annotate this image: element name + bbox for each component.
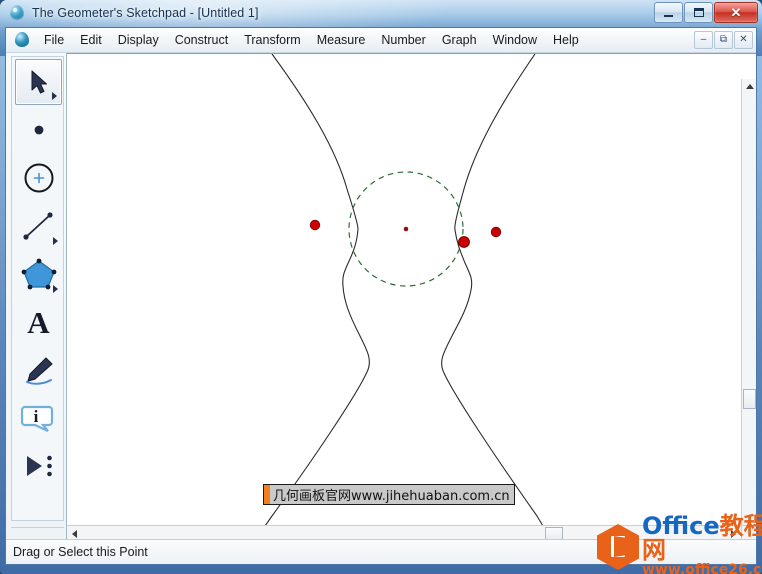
tool-marker-pen[interactable] <box>15 347 62 393</box>
tool-polygon[interactable] <box>15 251 62 297</box>
office-logo-text: Office教程网 www.office26.com <box>642 513 762 574</box>
sketch-canvas-wrapper: 几何画板官网www.jihehuaban.com.cn <box>67 53 756 551</box>
menu-item-edit[interactable]: Edit <box>72 30 110 51</box>
pen-icon <box>25 357 53 385</box>
hyperbola-right-branch <box>441 54 544 526</box>
mdi-restore-icon: ⧉ <box>719 34 728 45</box>
maximize-icon <box>693 8 704 17</box>
tool-custom[interactable] <box>15 443 62 489</box>
minimize-icon <box>664 14 673 17</box>
menu-item-measure[interactable]: Measure <box>309 30 374 51</box>
left-focus-point[interactable] <box>309 219 321 231</box>
water-drop-icon <box>9 5 25 21</box>
info-balloon-icon: i <box>20 405 53 432</box>
toolbox-inner: A i <box>11 56 64 521</box>
mdi-minimize-button[interactable]: – <box>694 31 713 49</box>
tool-compass-circle[interactable] <box>15 155 62 201</box>
hyperbola-left-branch <box>264 54 370 526</box>
menu-bar: File Edit Display Construct Transform Me… <box>6 28 756 53</box>
selected-point-on-curve[interactable] <box>458 236 470 248</box>
window-controls: ✕ <box>653 2 758 23</box>
toolbox-panel: A i <box>6 53 67 540</box>
menu-item-number[interactable]: Number <box>373 30 433 51</box>
minimize-button[interactable] <box>654 2 683 23</box>
close-button[interactable]: ✕ <box>714 2 758 23</box>
flyout-arrow-icon[interactable] <box>52 92 57 100</box>
office-logo-name: Office教程网 <box>642 513 762 563</box>
sketch-canvas[interactable]: 几何画板官网www.jihehuaban.com.cn <box>67 54 741 526</box>
title-bar: The Geometer's Sketchpad - [Untitled 1] … <box>0 0 762 26</box>
toolbox-divider <box>11 527 64 528</box>
vertical-scrollbar[interactable] <box>741 79 756 551</box>
vertical-scroll-thumb[interactable] <box>743 389 756 409</box>
tool-point[interactable] <box>15 107 62 153</box>
circle-icon <box>24 163 53 193</box>
close-icon: ✕ <box>730 5 742 20</box>
tool-text[interactable]: A <box>15 299 62 345</box>
mdi-window-controls: – ⧉ ✕ <box>693 31 753 49</box>
menu-item-file[interactable]: File <box>36 30 72 51</box>
tool-straightedge[interactable] <box>15 203 62 249</box>
window-title: The Geometer's Sketchpad - [Untitled 1] <box>32 6 259 20</box>
triangle-up-icon <box>745 84 754 89</box>
client-area: File Edit Display Construct Transform Me… <box>5 27 757 565</box>
menu-item-window[interactable]: Window <box>485 30 545 51</box>
polygon-icon <box>21 258 56 290</box>
tool-arrow-select[interactable] <box>15 59 62 105</box>
watermark-accent-bar <box>264 485 270 504</box>
geometry-drawing <box>264 54 544 526</box>
text-A-icon: A <box>27 304 50 340</box>
menu-item-display[interactable]: Display <box>110 30 167 51</box>
maximize-button[interactable] <box>684 2 713 23</box>
point-icon <box>34 125 43 135</box>
office-hexagon-icon <box>597 522 641 570</box>
arrow-cursor-icon <box>31 70 47 94</box>
mdi-close-icon: ✕ <box>739 34 748 45</box>
circle-center-point[interactable] <box>403 226 409 232</box>
segment-icon <box>22 212 53 240</box>
watermark-text: 几何画板官网www.jihehuaban.com.cn <box>273 489 510 504</box>
menu-item-help[interactable]: Help <box>545 30 587 51</box>
right-focus-point[interactable] <box>490 226 502 238</box>
flyout-arrow-icon[interactable] <box>53 237 58 245</box>
mdi-restore-button[interactable]: ⧉ <box>714 31 733 49</box>
menu-item-transform[interactable]: Transform <box>236 30 309 51</box>
watermark-label: 几何画板官网www.jihehuaban.com.cn <box>263 484 515 505</box>
application-window: The Geometer's Sketchpad - [Untitled 1] … <box>0 0 762 574</box>
menu-item-construct[interactable]: Construct <box>167 30 237 51</box>
mdi-close-button[interactable]: ✕ <box>734 31 753 49</box>
scroll-up-button[interactable] <box>742 79 756 94</box>
tool-information[interactable]: i <box>15 395 62 441</box>
document-drop-icon[interactable] <box>14 32 30 48</box>
office-logo-url: www.office26.com <box>642 561 762 574</box>
office26-logo: Office教程网 www.office26.com <box>597 513 762 574</box>
svg-text:i: i <box>33 407 38 426</box>
mdi-minimize-icon: – <box>700 34 707 45</box>
status-message: Drag or Select this Point <box>13 545 148 559</box>
triangle-left-icon <box>72 529 77 538</box>
custom-tool-icon <box>26 455 52 477</box>
flyout-arrow-icon[interactable] <box>53 285 58 293</box>
menu-item-graph[interactable]: Graph <box>434 30 485 51</box>
